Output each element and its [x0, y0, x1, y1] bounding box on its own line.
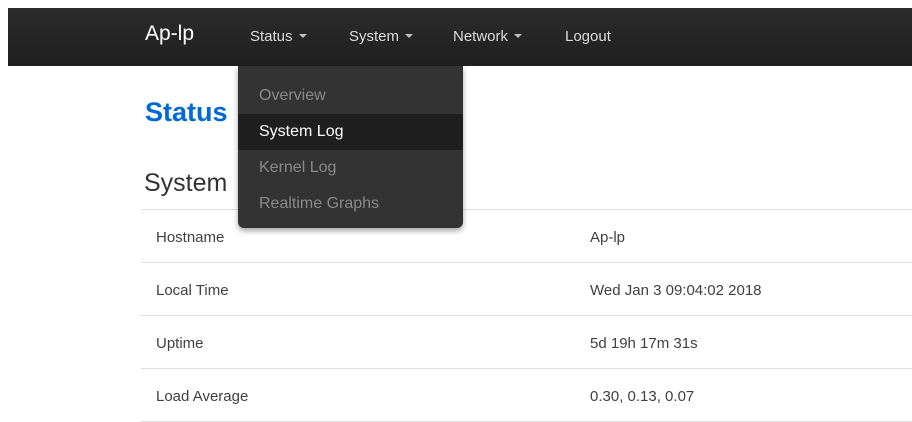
brand-logo[interactable]: Ap-lp [145, 21, 194, 47]
table-row: Uptime 5d 19h 17m 31s [141, 316, 912, 369]
menu-item-system-log[interactable]: System Log [238, 114, 463, 150]
nav-logout-link[interactable]: Logout [565, 28, 611, 46]
nav-menu-system[interactable]: System [349, 28, 414, 46]
chevron-down-icon [298, 34, 307, 38]
row-value: Ap-lp [590, 229, 626, 246]
table-row: Local Time Wed Jan 3 09:04:02 2018 [141, 263, 912, 316]
section-title: System [144, 169, 228, 197]
nav-menu-status[interactable]: Status [250, 28, 307, 46]
nav-menu-status-label: Status [250, 28, 293, 45]
row-value: Wed Jan 3 09:04:02 2018 [590, 282, 762, 299]
status-dropdown-menu: Overview System Log Kernel Log Realtime … [238, 66, 463, 228]
top-navbar: Ap-lp Status System Network Logout [8, 8, 912, 66]
nav-menu-network[interactable]: Network [453, 28, 523, 46]
row-label: Uptime [156, 335, 204, 352]
menu-item-overview[interactable]: Overview [238, 78, 463, 114]
row-label: Hostname [156, 229, 225, 246]
menu-item-realtime-graphs[interactable]: Realtime Graphs [238, 186, 463, 222]
nav-logout-label: Logout [565, 28, 611, 45]
row-label: Load Average [156, 388, 249, 405]
menu-item-kernel-log[interactable]: Kernel Log [238, 150, 463, 186]
row-value: 5d 19h 17m 31s [590, 335, 698, 352]
chevron-down-icon [514, 34, 523, 38]
system-info-table: Hostname Ap-lp Local Time Wed Jan 3 09:0… [141, 209, 912, 422]
row-value: 0.30, 0.13, 0.07 [590, 388, 695, 405]
nav-menu-network-label: Network [453, 28, 509, 45]
row-label: Local Time [156, 282, 229, 299]
page-title: Status [145, 97, 228, 127]
nav-menu-system-label: System [349, 28, 400, 45]
table-row: Load Average 0.30, 0.13, 0.07 [141, 369, 912, 422]
chevron-down-icon [405, 34, 414, 38]
